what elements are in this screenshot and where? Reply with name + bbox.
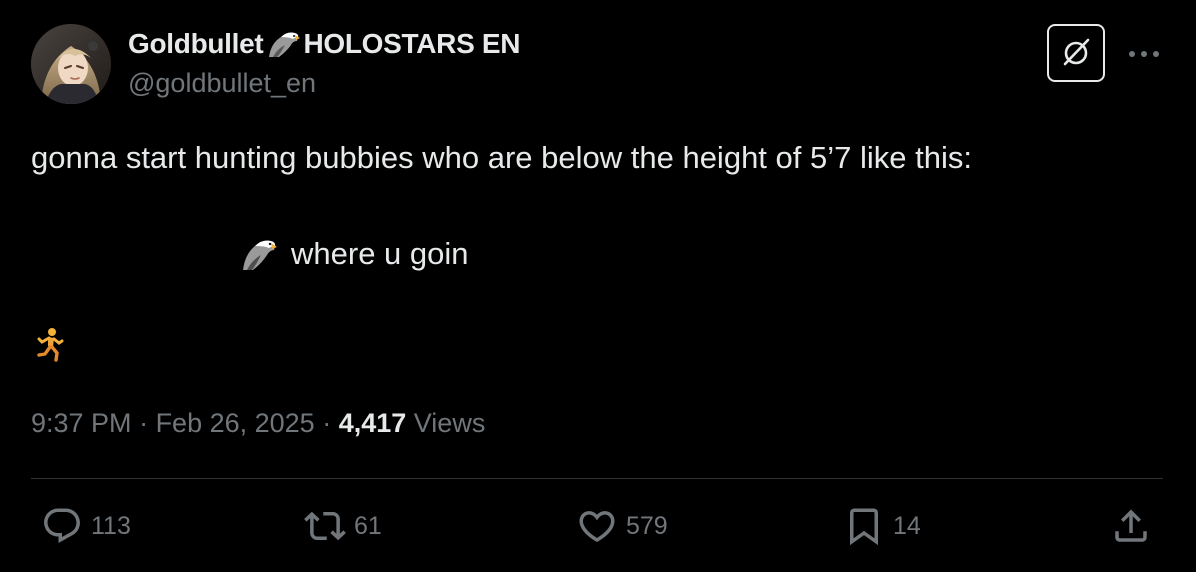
grok-button[interactable] [1047,24,1105,82]
runner-icon [37,328,64,362]
tweet-line-3 [31,326,81,362]
share-icon [1115,509,1147,542]
action-bar: 113 61 579 14 [0,500,1196,552]
more-options-button[interactable] [1124,36,1164,72]
author-display-name[interactable]: Goldbullet HOLOSTARS EN [128,28,521,60]
like-button[interactable]: 579 [576,500,668,552]
eagle-icon [269,32,301,57]
repost-icon [304,511,346,541]
tweet-line-1: gonna start hunting bubbies who are belo… [31,140,972,175]
avatar-image [31,24,111,104]
meta-separator: · [131,408,156,438]
views-count: 4,417 [338,408,407,438]
views-label: Views [406,408,486,438]
avatar[interactable] [31,24,111,104]
like-count: 579 [626,511,668,540]
bookmark-icon [850,508,878,546]
heart-icon [579,511,615,543]
reply-button[interactable]: 113 [41,500,131,552]
meta-separator: · [314,408,339,438]
grok-icon [1063,38,1090,66]
author-name-text: Goldbullet [128,28,264,59]
tweet-time[interactable]: 9:37 PM [31,408,132,438]
bookmark-button[interactable]: 14 [843,500,921,552]
reply-icon [44,508,80,543]
repost-button[interactable]: 61 [304,500,382,552]
tweet-date[interactable]: Feb 26, 2025 [156,408,315,438]
more-dots-icon [1129,51,1159,57]
tweet-meta: 9:37 PM · Feb 26, 2025 · 4,417 Views [31,408,485,439]
repost-count: 61 [354,511,382,540]
tweet-line-2-text: where u goin [291,236,469,271]
divider [31,478,1163,479]
tweet-card: Goldbullet HOLOSTARS EN @goldbullet_en g… [0,0,1196,572]
bookmark-count: 14 [893,511,921,540]
tweet-line-2: where u goin [241,232,469,276]
reply-count: 113 [91,511,131,540]
author-handle[interactable]: @goldbullet_en [128,68,316,99]
share-button[interactable] [1110,500,1152,552]
eagle-icon [243,240,277,270]
author-affiliation: HOLOSTARS EN [303,28,521,59]
